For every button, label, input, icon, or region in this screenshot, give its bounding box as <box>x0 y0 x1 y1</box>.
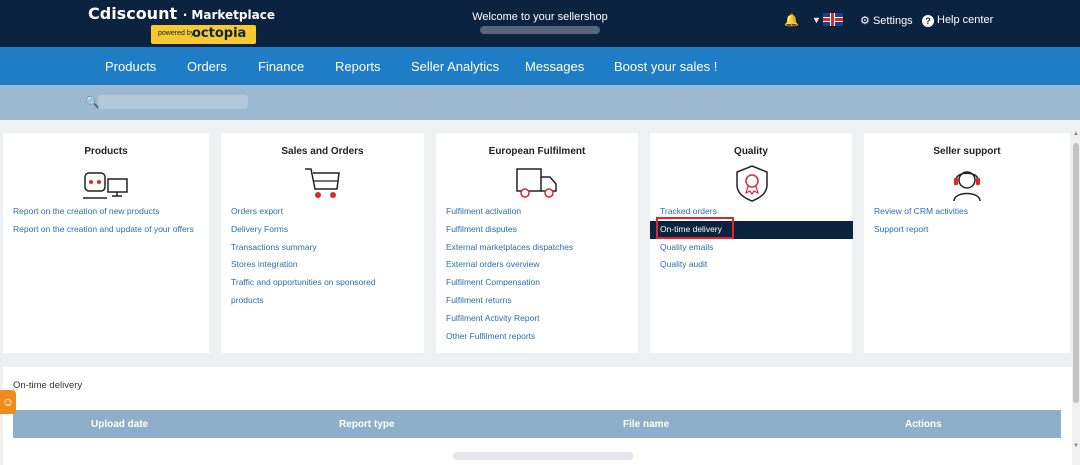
scrollbar-thumb[interactable] <box>1073 143 1079 403</box>
card-european-fulfilment: European Fulfilment Fulfilment activatio… <box>436 133 638 353</box>
headset-support-icon <box>953 171 981 202</box>
column-upload-date[interactable]: Upload date <box>91 419 148 430</box>
chevron-down-icon: ▼ <box>812 14 821 25</box>
powered-by-text: powered by <box>158 30 195 37</box>
help-label: Help center <box>937 14 994 26</box>
card-quality: Quality Tracked orders On-time delivery … <box>650 133 853 353</box>
card-sales-orders: Sales and Orders Orders export Delivery … <box>221 133 424 353</box>
nav-messages[interactable]: Messages <box>525 59 584 74</box>
table-header: Upload date Report type File name Action… <box>13 410 1061 438</box>
octopia-text: octopia <box>192 26 247 41</box>
top-header: Cdiscount · Marketplace powered by octop… <box>0 0 1080 47</box>
products-report-list: Report on the creation of new products R… <box>13 203 194 239</box>
card-title: Seller support <box>933 146 1001 157</box>
products-icon <box>83 172 128 199</box>
report-link[interactable]: Report on the creation and update of you… <box>13 221 194 239</box>
language-selector[interactable]: ▼ <box>812 13 843 26</box>
nav-boost-sales[interactable]: Boost your sales ! <box>614 59 717 74</box>
search-bar: 🔍 <box>0 85 1080 120</box>
report-link[interactable]: External orders overview <box>446 256 573 274</box>
report-link[interactable]: External marketplaces dispatches <box>446 239 573 257</box>
card-title: Quality <box>734 146 768 157</box>
report-section: On-time delivery Upload date Report type… <box>3 367 1072 465</box>
report-link[interactable]: Quality audit <box>660 256 853 274</box>
settings-label: Settings <box>872 15 913 27</box>
nav-reports[interactable]: Reports <box>335 59 381 74</box>
notification-bell-icon[interactable]: 🔔 <box>784 13 799 27</box>
report-link[interactable]: Fulfilment Activity Report <box>446 310 573 328</box>
nav-products[interactable]: Products <box>105 59 156 74</box>
octopia-badge: powered by octopia <box>151 25 256 44</box>
card-title: Sales and Orders <box>281 146 364 157</box>
cdiscount-logo[interactable]: Cdiscount · Marketplace powered by octop… <box>88 4 275 44</box>
nav-seller-analytics[interactable]: Seller Analytics <box>411 59 499 74</box>
report-link[interactable]: Stores integration <box>231 256 401 274</box>
nav-finance[interactable]: Finance <box>258 59 304 74</box>
main-nav: Products Orders Finance Reports Seller A… <box>0 47 1080 85</box>
report-link[interactable]: Report on the creation of new products <box>13 203 194 221</box>
fulfilment-report-list: Fulfilment activation Fulfilment dispute… <box>446 203 573 345</box>
report-link[interactable]: Review of CRM activities <box>874 203 968 221</box>
welcome-text: Welcome to your sellershop <box>472 11 608 23</box>
shield-award-icon <box>736 165 768 202</box>
card-seller-support: Seller support Review of CRM activities … <box>864 133 1070 353</box>
shopping-cart-icon <box>305 168 340 198</box>
support-report-list: Review of CRM activities Support report <box>874 203 968 239</box>
report-link[interactable]: Transactions summary <box>231 239 401 257</box>
search-input[interactable] <box>98 95 248 109</box>
brand-name: Cdiscount <box>88 4 178 23</box>
column-report-type[interactable]: Report type <box>339 419 395 430</box>
report-link[interactable]: Fulfilment returns <box>446 292 573 310</box>
report-link[interactable]: Other Fulfilment reports <box>446 328 573 346</box>
card-title: European Fulfilment <box>488 146 586 157</box>
scroll-down-arrow-icon[interactable]: ▼ <box>1073 443 1079 449</box>
uk-flag-icon <box>822 13 843 26</box>
table-empty-message-cut <box>453 452 633 460</box>
truck-icon <box>516 168 557 198</box>
question-icon: ? <box>922 15 934 27</box>
section-title: On-time delivery <box>13 380 83 391</box>
report-link[interactable]: Orders export <box>231 203 401 221</box>
card-title: Products <box>84 146 128 157</box>
report-link[interactable]: Delivery Forms <box>231 221 401 239</box>
column-actions[interactable]: Actions <box>905 419 942 430</box>
column-file-name[interactable]: File name <box>623 419 669 430</box>
report-link[interactable]: Fulfilment Compensation <box>446 274 573 292</box>
report-link[interactable]: Fulfilment activation <box>446 203 573 221</box>
selection-highlight <box>656 217 734 239</box>
card-products: Products Report on the creation of new p… <box>3 133 209 353</box>
report-link[interactable]: Quality emails <box>660 239 853 257</box>
brand-suffix: · Marketplace <box>182 8 275 22</box>
scroll-up-arrow-icon[interactable]: ▲ <box>1073 131 1079 137</box>
gear-icon: ⚙ <box>860 15 870 27</box>
settings-button[interactable]: ⚙ Settings <box>860 14 913 27</box>
sales-report-list: Orders export Delivery Forms Transaction… <box>231 203 401 310</box>
feedback-smiley-icon[interactable]: ☺ <box>0 390 16 414</box>
nav-orders[interactable]: Orders <box>187 59 227 74</box>
help-center-button[interactable]: ? Help center <box>922 14 993 27</box>
report-link[interactable]: Support report <box>874 221 968 239</box>
report-link[interactable]: Traffic and opportunities on sponsored p… <box>231 274 401 310</box>
shop-name-redacted <box>480 26 600 34</box>
report-link[interactable]: Fulfilment disputes <box>446 221 573 239</box>
